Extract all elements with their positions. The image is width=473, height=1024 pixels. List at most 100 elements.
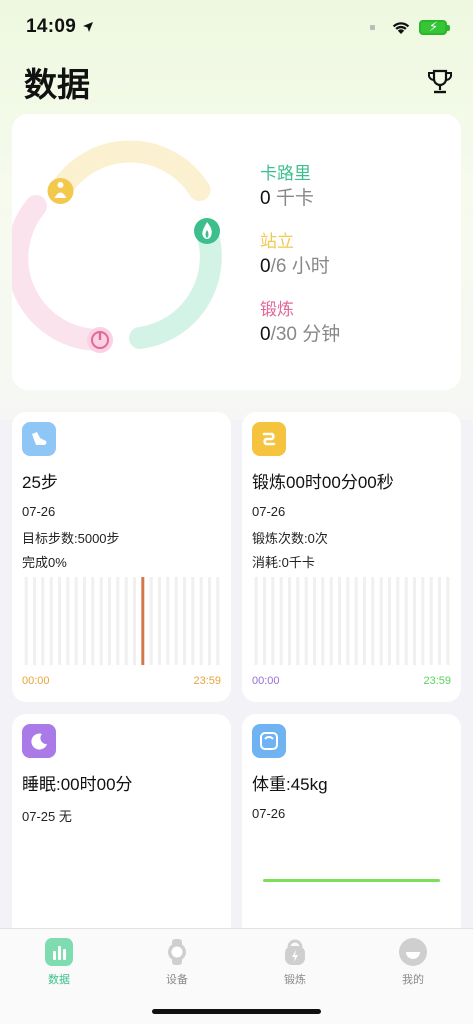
status-time: 14:09 [26,16,94,38]
activity-ring-card[interactable]: 卡路里 0 千卡 站立 0/6 小时 锻炼 0/30 分钟 [12,114,461,390]
background-bar [208,577,211,665]
calories-label: 卡路里 [260,164,311,183]
background-bar [321,577,325,665]
dot-icon [370,24,375,30]
exercise-metric: 锻炼 0/30 分钟 [260,298,340,348]
tab-exercise[interactable]: 锻炼 [255,937,335,987]
location-arrow-icon [83,22,94,32]
status-bar: 14:09 ⚡ [0,0,473,54]
exercise-card[interactable]: 锻炼00时00分00秒 07-26 锻炼次数:0次 消耗:0千卡 00:00 2… [242,412,461,702]
background-bar [288,577,291,665]
background-bar [116,577,120,665]
background-bar [363,577,366,665]
background-bar [338,577,341,665]
calories-metric: 卡路里 0 千卡 [260,162,340,212]
steps-chart [24,577,220,665]
background-bar [191,577,195,665]
exercise-icon [252,422,286,456]
background-bar [124,577,128,665]
calories-arc [129,221,222,349]
shoe-icon [22,422,56,456]
background-bar [271,577,275,665]
exercise-dot-icon [87,327,113,353]
background-bar [254,577,258,665]
active-step-bar [141,577,145,665]
background-bar [354,577,358,665]
background-bar [313,577,316,665]
background-bar [438,577,441,665]
tab-exercise-label: 锻炼 [284,974,306,986]
weight-date: 07-26 [252,806,286,821]
background-bar [24,577,28,665]
background-bar [396,577,400,665]
exercise-axis-end: 23:59 [423,675,451,687]
background-bar [99,577,103,665]
background-bar [33,577,36,665]
time-text: 14:09 [26,16,77,37]
background-bar [421,577,425,665]
background-bar [149,577,153,665]
steps-axis-start: 00:00 [22,675,50,687]
background-bar [83,577,86,665]
background-bar [429,577,433,665]
background-bar [74,577,78,665]
exercise-count: 锻炼次数:0次 [252,531,328,546]
background-bar [371,577,375,665]
background-bar [346,577,350,665]
scale-icon [252,724,286,758]
steps-complete: 完成0% [22,555,67,570]
background-bar [279,577,283,665]
standing-metric: 站立 0/6 小时 [260,230,340,280]
steps-goal: 目标步数:5000步 [22,531,120,546]
standing-arc [49,140,211,201]
sleep-title: 睡眠:00时00分 [22,775,133,794]
steps-axis-end: 23:59 [193,675,221,687]
tab-profile-label: 我的 [402,974,424,986]
background-bar [58,577,61,665]
background-bar [91,577,95,665]
background-bar [388,577,391,665]
smile-icon [398,937,428,967]
background-bar [263,577,266,665]
standing-label: 站立 [260,232,294,251]
exercise-chart [254,577,450,665]
home-indicator[interactable] [152,1009,321,1014]
sleep-card[interactable]: 睡眠:00时00分 07-25 无 [12,714,231,944]
tab-profile[interactable]: 我的 [373,937,453,987]
page-title: 数据 [24,66,90,103]
page-header: 数据 [24,60,454,104]
background-bar [199,577,203,665]
data-icon [44,937,74,967]
trophy-icon[interactable] [426,68,454,96]
person-standing-icon [47,178,74,204]
weight-card[interactable]: 体重:45kg 07-26 [242,714,461,944]
background-bar [49,577,53,665]
wifi-icon [392,21,410,34]
exercise-burn: 消耗:0千卡 [252,555,315,570]
background-bar [304,577,308,665]
weight-title: 体重:45kg [252,775,328,794]
standing-value: 0/6 小时 [260,256,330,277]
exercise-axis-start: 00:00 [252,675,280,687]
steps-card[interactable]: 25步 07-26 目标步数:5000步 完成0% 00:00 23:59 [12,412,231,702]
status-right: ⚡ [370,19,450,35]
background-bar [183,577,186,665]
background-bar [413,577,416,665]
background-bar [329,577,333,665]
background-bar [108,577,111,665]
ring-metrics: 卡路里 0 千卡 站立 0/6 小时 锻炼 0/30 分钟 [260,162,340,366]
tab-device[interactable]: 设备 [137,937,217,987]
background-bar [446,577,450,665]
background-bar [166,577,170,665]
calories-value: 0 千卡 [260,188,314,209]
exercise-date: 07-26 [252,504,286,519]
tab-device-label: 设备 [166,974,188,986]
kettlebell-icon [280,937,310,967]
exercise-label: 锻炼 [260,300,294,319]
tab-data[interactable]: 数据 [19,937,99,987]
watch-icon [162,937,192,967]
activity-ring [12,140,222,353]
exercise-value: 0/30 分钟 [260,324,341,345]
exercise-title: 锻炼00时00分00秒 [252,473,394,492]
background-bar [41,577,45,665]
